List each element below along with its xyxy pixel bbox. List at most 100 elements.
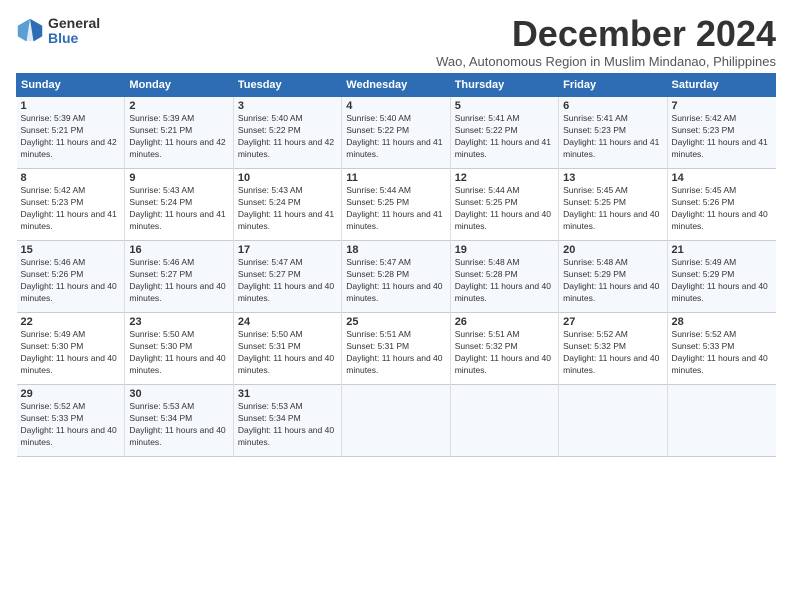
page: General Blue December 2024 Wao, Autonomo… [0,0,792,612]
day-cell: 1Sunrise: 5:39 AMSunset: 5:21 PMDaylight… [17,97,125,169]
day-cell: 14Sunrise: 5:45 AMSunset: 5:26 PMDayligh… [667,169,775,241]
day-cell: 22Sunrise: 5:49 AMSunset: 5:30 PMDayligh… [17,313,125,385]
calendar-body: 1Sunrise: 5:39 AMSunset: 5:21 PMDaylight… [17,97,776,457]
day-info: Sunrise: 5:48 AMSunset: 5:29 PMDaylight:… [563,257,662,305]
day-number: 1 [21,100,121,112]
day-info: Sunrise: 5:40 AMSunset: 5:22 PMDaylight:… [346,113,445,161]
day-info: Sunrise: 5:49 AMSunset: 5:30 PMDaylight:… [21,329,121,377]
logo-icon [16,17,44,45]
day-info: Sunrise: 5:53 AMSunset: 5:34 PMDaylight:… [238,401,337,449]
day-cell: 15Sunrise: 5:46 AMSunset: 5:26 PMDayligh… [17,241,125,313]
day-info: Sunrise: 5:43 AMSunset: 5:24 PMDaylight:… [129,185,228,233]
day-cell: 6Sunrise: 5:41 AMSunset: 5:23 PMDaylight… [559,97,667,169]
day-number: 29 [21,388,121,400]
day-cell: 17Sunrise: 5:47 AMSunset: 5:27 PMDayligh… [233,241,341,313]
day-cell: 31Sunrise: 5:53 AMSunset: 5:34 PMDayligh… [233,385,341,457]
day-info: Sunrise: 5:42 AMSunset: 5:23 PMDaylight:… [21,185,121,233]
day-number: 31 [238,388,337,400]
day-info: Sunrise: 5:52 AMSunset: 5:33 PMDaylight:… [672,329,772,377]
day-info: Sunrise: 5:45 AMSunset: 5:26 PMDaylight:… [672,185,772,233]
header-day-tuesday: Tuesday [233,74,341,97]
header-day-sunday: Sunday [17,74,125,97]
day-info: Sunrise: 5:47 AMSunset: 5:28 PMDaylight:… [346,257,445,305]
logo-blue-text: Blue [48,31,100,46]
day-number: 5 [455,100,554,112]
day-number: 11 [346,172,445,184]
day-cell [450,385,558,457]
day-cell: 10Sunrise: 5:43 AMSunset: 5:24 PMDayligh… [233,169,341,241]
day-cell: 4Sunrise: 5:40 AMSunset: 5:22 PMDaylight… [342,97,450,169]
day-number: 13 [563,172,662,184]
day-info: Sunrise: 5:45 AMSunset: 5:25 PMDaylight:… [563,185,662,233]
day-cell: 30Sunrise: 5:53 AMSunset: 5:34 PMDayligh… [125,385,233,457]
week-row-4: 22Sunrise: 5:49 AMSunset: 5:30 PMDayligh… [17,313,776,385]
day-info: Sunrise: 5:47 AMSunset: 5:27 PMDaylight:… [238,257,337,305]
header-row: SundayMondayTuesdayWednesdayThursdayFrid… [17,74,776,97]
day-number: 8 [21,172,121,184]
day-cell [342,385,450,457]
day-number: 21 [672,244,772,256]
day-cell: 9Sunrise: 5:43 AMSunset: 5:24 PMDaylight… [125,169,233,241]
day-number: 18 [346,244,445,256]
day-info: Sunrise: 5:52 AMSunset: 5:33 PMDaylight:… [21,401,121,449]
day-info: Sunrise: 5:42 AMSunset: 5:23 PMDaylight:… [672,113,772,161]
day-number: 20 [563,244,662,256]
day-number: 2 [129,100,228,112]
day-info: Sunrise: 5:40 AMSunset: 5:22 PMDaylight:… [238,113,337,161]
day-number: 4 [346,100,445,112]
day-info: Sunrise: 5:43 AMSunset: 5:24 PMDaylight:… [238,185,337,233]
day-info: Sunrise: 5:49 AMSunset: 5:29 PMDaylight:… [672,257,772,305]
day-cell: 5Sunrise: 5:41 AMSunset: 5:22 PMDaylight… [450,97,558,169]
title-block: December 2024 Wao, Autonomous Region in … [436,16,776,69]
day-cell: 13Sunrise: 5:45 AMSunset: 5:25 PMDayligh… [559,169,667,241]
day-cell: 21Sunrise: 5:49 AMSunset: 5:29 PMDayligh… [667,241,775,313]
day-info: Sunrise: 5:44 AMSunset: 5:25 PMDaylight:… [346,185,445,233]
day-cell: 25Sunrise: 5:51 AMSunset: 5:31 PMDayligh… [342,313,450,385]
calendar-header: SundayMondayTuesdayWednesdayThursdayFrid… [17,74,776,97]
logo-general-text: General [48,16,100,31]
day-cell: 18Sunrise: 5:47 AMSunset: 5:28 PMDayligh… [342,241,450,313]
day-number: 25 [346,316,445,328]
day-cell [667,385,775,457]
day-number: 15 [21,244,121,256]
day-cell: 24Sunrise: 5:50 AMSunset: 5:31 PMDayligh… [233,313,341,385]
day-cell: 2Sunrise: 5:39 AMSunset: 5:21 PMDaylight… [125,97,233,169]
day-number: 17 [238,244,337,256]
day-cell: 26Sunrise: 5:51 AMSunset: 5:32 PMDayligh… [450,313,558,385]
day-cell: 16Sunrise: 5:46 AMSunset: 5:27 PMDayligh… [125,241,233,313]
day-number: 12 [455,172,554,184]
day-cell: 19Sunrise: 5:48 AMSunset: 5:28 PMDayligh… [450,241,558,313]
day-info: Sunrise: 5:46 AMSunset: 5:27 PMDaylight:… [129,257,228,305]
logo: General Blue [16,16,100,47]
subtitle: Wao, Autonomous Region in Muslim Mindana… [436,54,776,69]
logo-text: General Blue [48,16,100,47]
day-cell [559,385,667,457]
day-number: 28 [672,316,772,328]
header: General Blue December 2024 Wao, Autonomo… [16,16,776,69]
month-title: December 2024 [436,16,776,52]
day-cell: 3Sunrise: 5:40 AMSunset: 5:22 PMDaylight… [233,97,341,169]
day-number: 19 [455,244,554,256]
day-cell: 28Sunrise: 5:52 AMSunset: 5:33 PMDayligh… [667,313,775,385]
day-cell: 27Sunrise: 5:52 AMSunset: 5:32 PMDayligh… [559,313,667,385]
day-cell: 7Sunrise: 5:42 AMSunset: 5:23 PMDaylight… [667,97,775,169]
day-info: Sunrise: 5:48 AMSunset: 5:28 PMDaylight:… [455,257,554,305]
week-row-2: 8Sunrise: 5:42 AMSunset: 5:23 PMDaylight… [17,169,776,241]
day-number: 23 [129,316,228,328]
day-cell: 8Sunrise: 5:42 AMSunset: 5:23 PMDaylight… [17,169,125,241]
day-info: Sunrise: 5:50 AMSunset: 5:30 PMDaylight:… [129,329,228,377]
day-number: 14 [672,172,772,184]
day-number: 27 [563,316,662,328]
day-number: 7 [672,100,772,112]
header-day-thursday: Thursday [450,74,558,97]
day-info: Sunrise: 5:53 AMSunset: 5:34 PMDaylight:… [129,401,228,449]
day-number: 9 [129,172,228,184]
day-info: Sunrise: 5:46 AMSunset: 5:26 PMDaylight:… [21,257,121,305]
day-number: 10 [238,172,337,184]
day-cell: 12Sunrise: 5:44 AMSunset: 5:25 PMDayligh… [450,169,558,241]
week-row-5: 29Sunrise: 5:52 AMSunset: 5:33 PMDayligh… [17,385,776,457]
day-info: Sunrise: 5:44 AMSunset: 5:25 PMDaylight:… [455,185,554,233]
day-info: Sunrise: 5:39 AMSunset: 5:21 PMDaylight:… [21,113,121,161]
day-number: 3 [238,100,337,112]
week-row-3: 15Sunrise: 5:46 AMSunset: 5:26 PMDayligh… [17,241,776,313]
